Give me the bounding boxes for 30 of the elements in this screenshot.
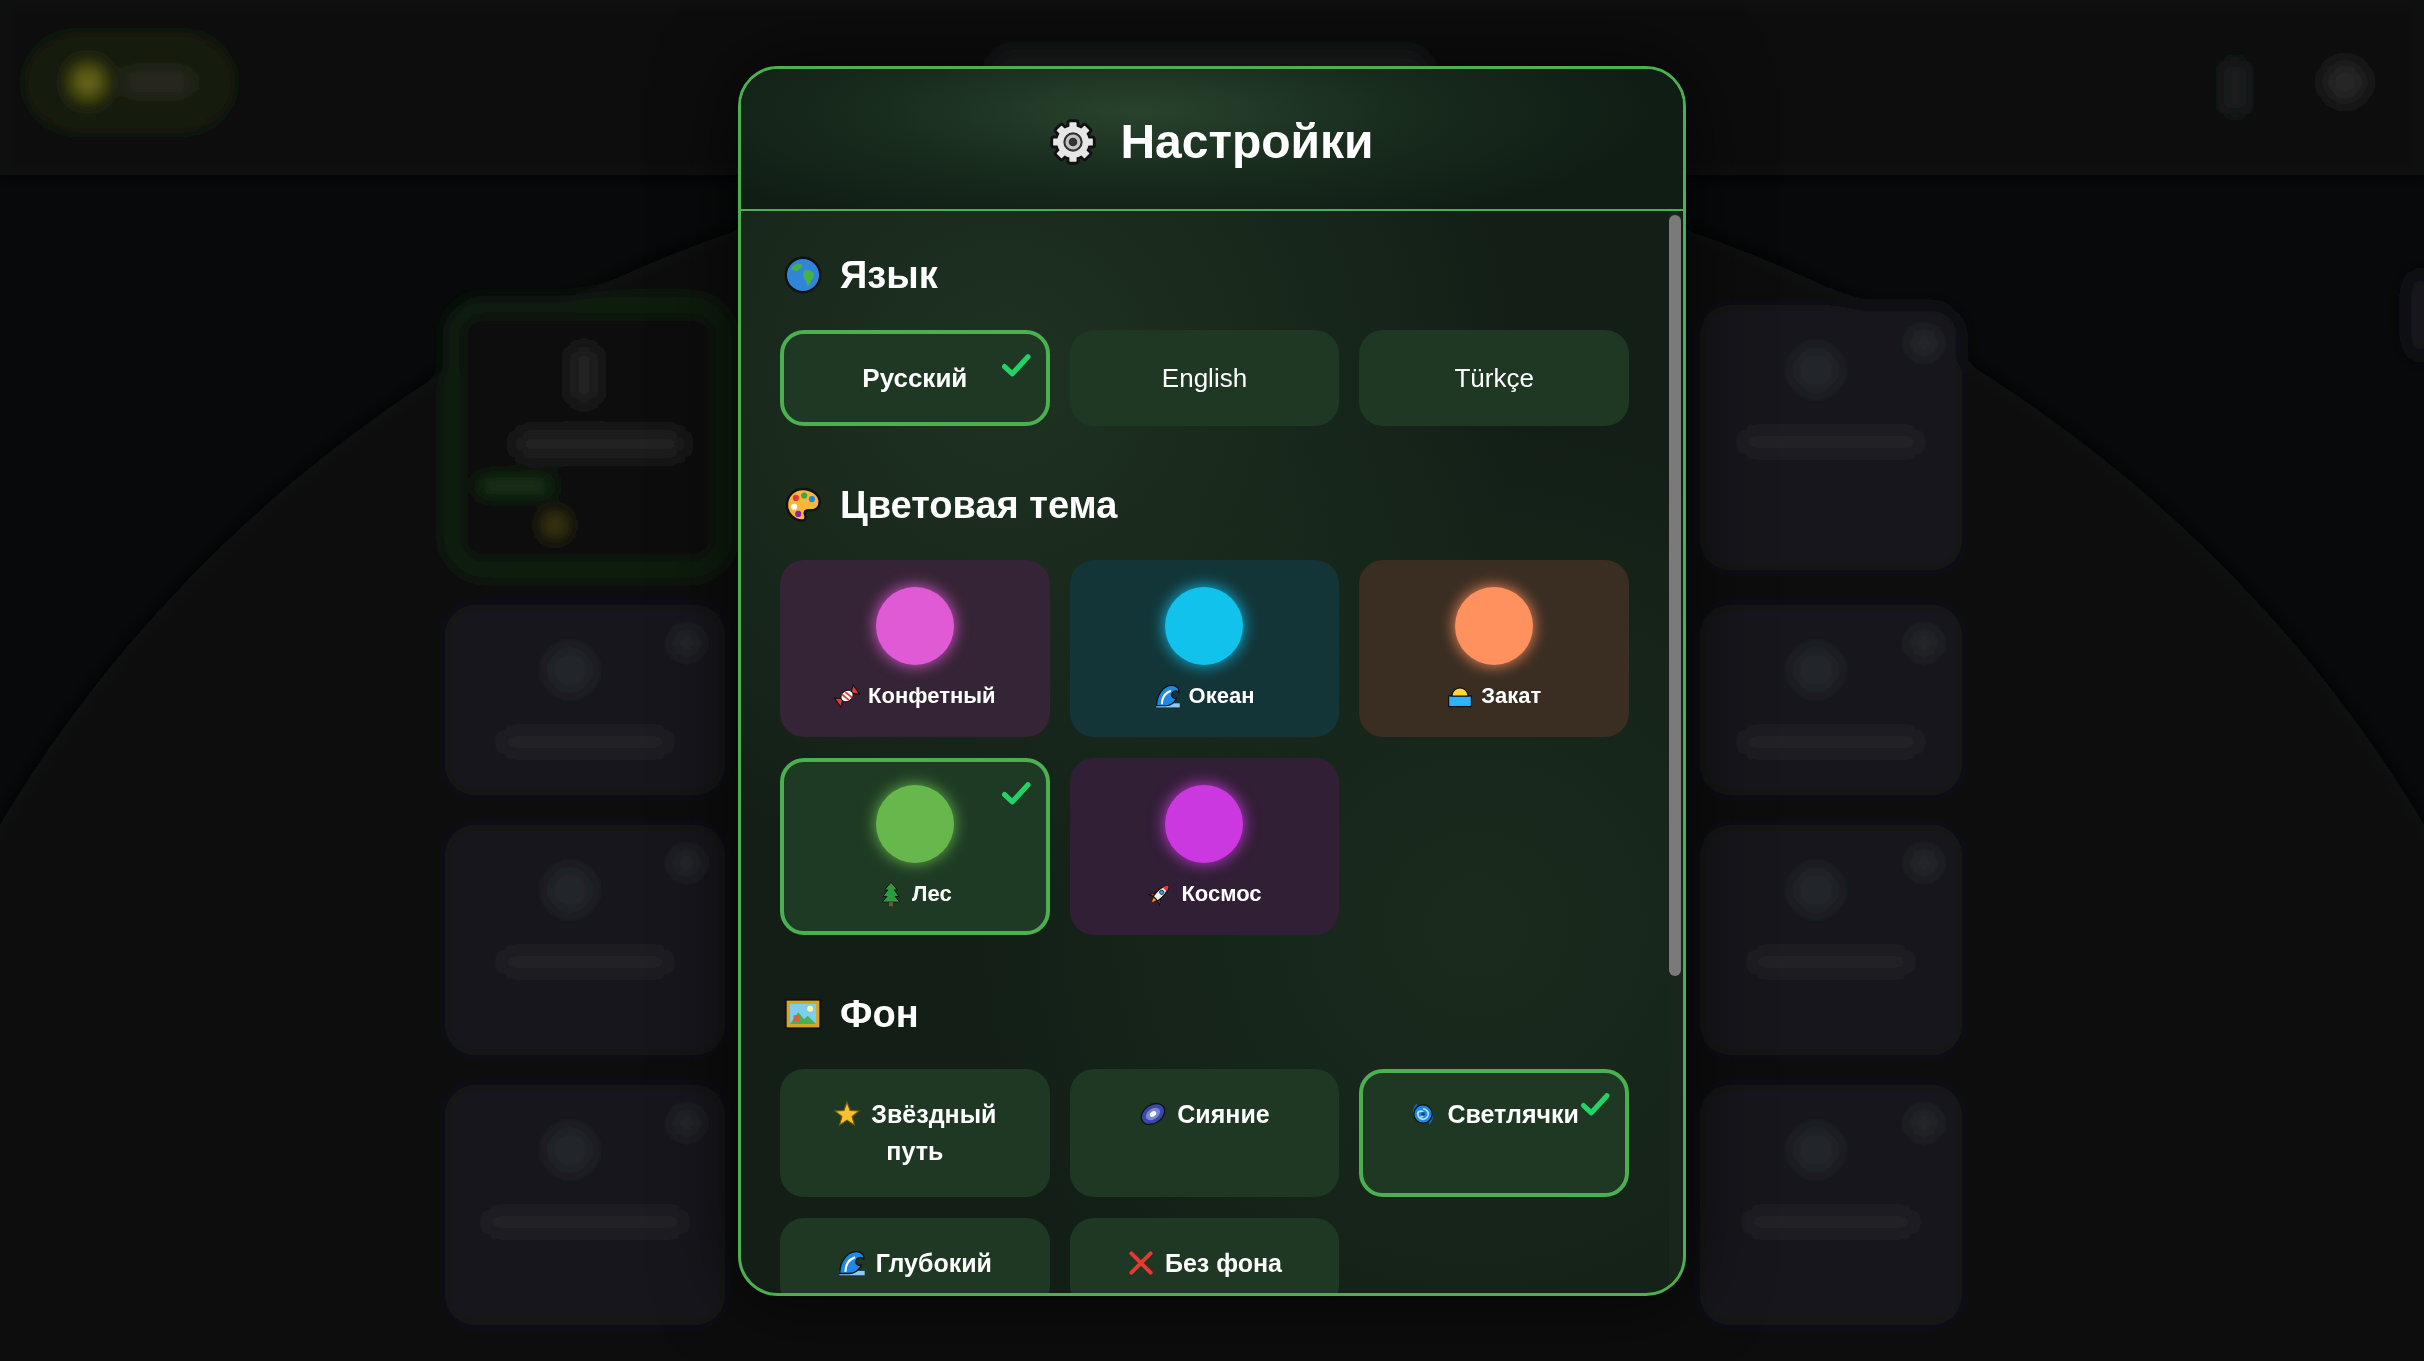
dialog-title: Настройки	[1120, 114, 1374, 171]
check-icon	[999, 352, 1032, 379]
background-option[interactable]: Без фона	[1069, 1218, 1340, 1293]
scrollbar-thumb[interactable]	[1669, 215, 1681, 976]
language-option[interactable]: Türkçe	[1359, 330, 1629, 426]
candy-icon	[834, 683, 861, 709]
background-option[interactable]: Глубокий	[780, 1218, 1050, 1293]
check-icon	[1579, 1091, 1611, 1118]
blurred-icon	[2324, 61, 2366, 103]
background-option[interactable]: Светлячки	[1359, 1069, 1629, 1197]
background-option[interactable]: Звёздный путь	[780, 1069, 1050, 1197]
wave-icon	[837, 1249, 866, 1277]
theme-option[interactable]: Космос	[1069, 758, 1340, 935]
palette-icon	[784, 486, 822, 524]
wave-icon	[1154, 683, 1181, 709]
cross-icon	[1126, 1249, 1155, 1277]
language-option[interactable]: English	[1069, 330, 1340, 426]
background-option[interactable]: Сияние	[1069, 1069, 1340, 1197]
star-icon	[833, 1100, 862, 1128]
theme-option[interactable]: Океан	[1069, 560, 1340, 737]
section-title: Фон	[840, 992, 919, 1037]
theme-option[interactable]: Закат	[1359, 560, 1629, 737]
section-title: Язык	[840, 253, 938, 298]
galaxy-icon	[1139, 1100, 1168, 1128]
globe-icon	[784, 256, 822, 294]
section-title: Цветовая тема	[840, 483, 1118, 528]
theme-option[interactable]: Лес	[780, 758, 1050, 935]
check-icon	[999, 780, 1032, 807]
theme-option[interactable]: Конфетный	[780, 560, 1050, 737]
language-option[interactable]: Русский	[780, 330, 1050, 426]
